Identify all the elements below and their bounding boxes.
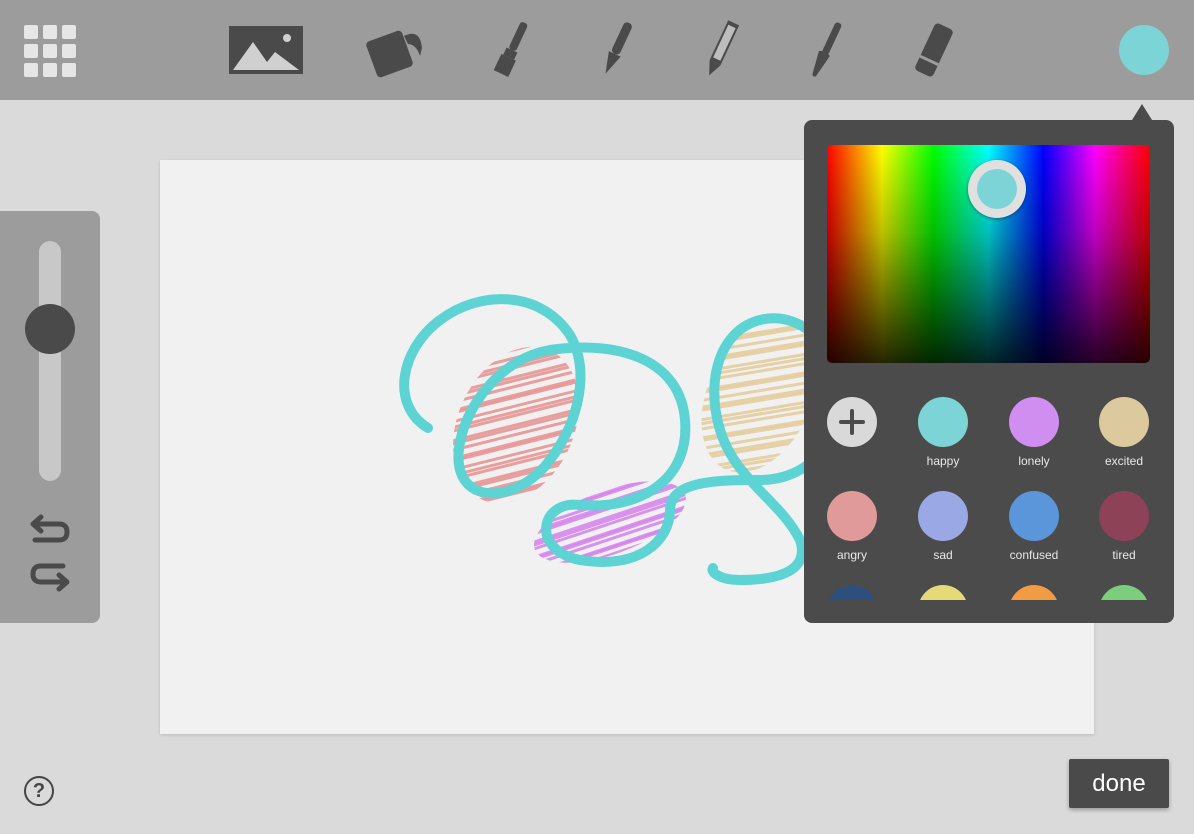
- side-panel: [0, 211, 100, 623]
- swatch-excited[interactable]: excited: [1079, 397, 1169, 468]
- swatch-circle: [1009, 491, 1059, 541]
- brush-size-slider[interactable]: [39, 241, 61, 481]
- swatch-circle: [1009, 397, 1059, 447]
- round-brush-tool[interactable]: [806, 18, 846, 82]
- swatch-confused[interactable]: confused: [989, 491, 1079, 562]
- swatch-circle: [918, 491, 968, 541]
- swatch-label: angry: [836, 548, 868, 562]
- spectrum-handle-color: [977, 169, 1017, 209]
- swatch-label: lonely: [1018, 454, 1050, 468]
- color-spectrum[interactable]: [827, 145, 1150, 363]
- swatch-label: tired: [1112, 548, 1136, 562]
- swatch-label: sad: [933, 548, 953, 562]
- swatch-tired[interactable]: tired: [1079, 491, 1169, 562]
- color-picker-arrow: [1132, 104, 1152, 120]
- swatch-circle: [1009, 585, 1059, 600]
- pencil-tool[interactable]: [700, 18, 742, 82]
- swatch-label: happy: [926, 454, 960, 468]
- swatch-circle: [918, 397, 968, 447]
- done-button[interactable]: done: [1069, 759, 1169, 808]
- eraser-tool[interactable]: [910, 18, 958, 82]
- swatch-color-8[interactable]: [807, 585, 897, 600]
- fountain-pen-icon: [605, 22, 632, 74]
- brush-tool[interactable]: [490, 18, 534, 82]
- pencil-icon: [709, 20, 740, 76]
- eraser-icon: [915, 23, 953, 77]
- undo-icon[interactable]: [29, 511, 71, 547]
- swatch-circle: [827, 491, 877, 541]
- swatch-circle: [827, 585, 877, 600]
- bucket-tool[interactable]: [364, 18, 426, 82]
- help-button-label: ?: [32, 779, 46, 802]
- swatch-label: excited: [1104, 454, 1144, 468]
- image-tool[interactable]: [229, 18, 303, 82]
- help-button[interactable]: ?: [24, 776, 54, 806]
- spectrum-handle[interactable]: [968, 160, 1026, 218]
- swatch-circle: [918, 585, 968, 600]
- image-icon: [229, 26, 303, 74]
- color-picker-popover: happy lonely excited angry sad confused tired: [804, 120, 1174, 623]
- swatch-sad[interactable]: sad: [898, 491, 988, 562]
- current-color-button[interactable]: [1119, 25, 1169, 75]
- swatch-circle: [1099, 491, 1149, 541]
- brush-size-slider-thumb[interactable]: [25, 303, 75, 354]
- redo-icon[interactable]: [29, 559, 71, 595]
- swatch-angry[interactable]: angry: [807, 491, 897, 562]
- round-brush-icon: [812, 22, 842, 77]
- swatch-happy[interactable]: happy: [898, 397, 988, 468]
- pen-tool[interactable]: [596, 18, 636, 82]
- swatch-color-9[interactable]: [898, 585, 988, 600]
- swatch-label: confused: [1009, 548, 1059, 562]
- plus-icon: [839, 409, 865, 435]
- swatch-list: happy lonely excited angry sad confused tired: [804, 388, 1174, 600]
- swatch-color-11[interactable]: [1079, 585, 1169, 600]
- swatch-color-10[interactable]: [989, 585, 1079, 600]
- paint-bucket-icon: [366, 30, 422, 78]
- grid-menu-icon[interactable]: [24, 25, 76, 77]
- swatch-circle: [1099, 585, 1149, 600]
- flat-brush-icon: [493, 22, 528, 77]
- add-swatch-button[interactable]: [827, 397, 877, 447]
- top-toolbar: [0, 0, 1194, 100]
- swatch-lonely[interactable]: lonely: [989, 397, 1079, 468]
- swatch-circle: [1099, 397, 1149, 447]
